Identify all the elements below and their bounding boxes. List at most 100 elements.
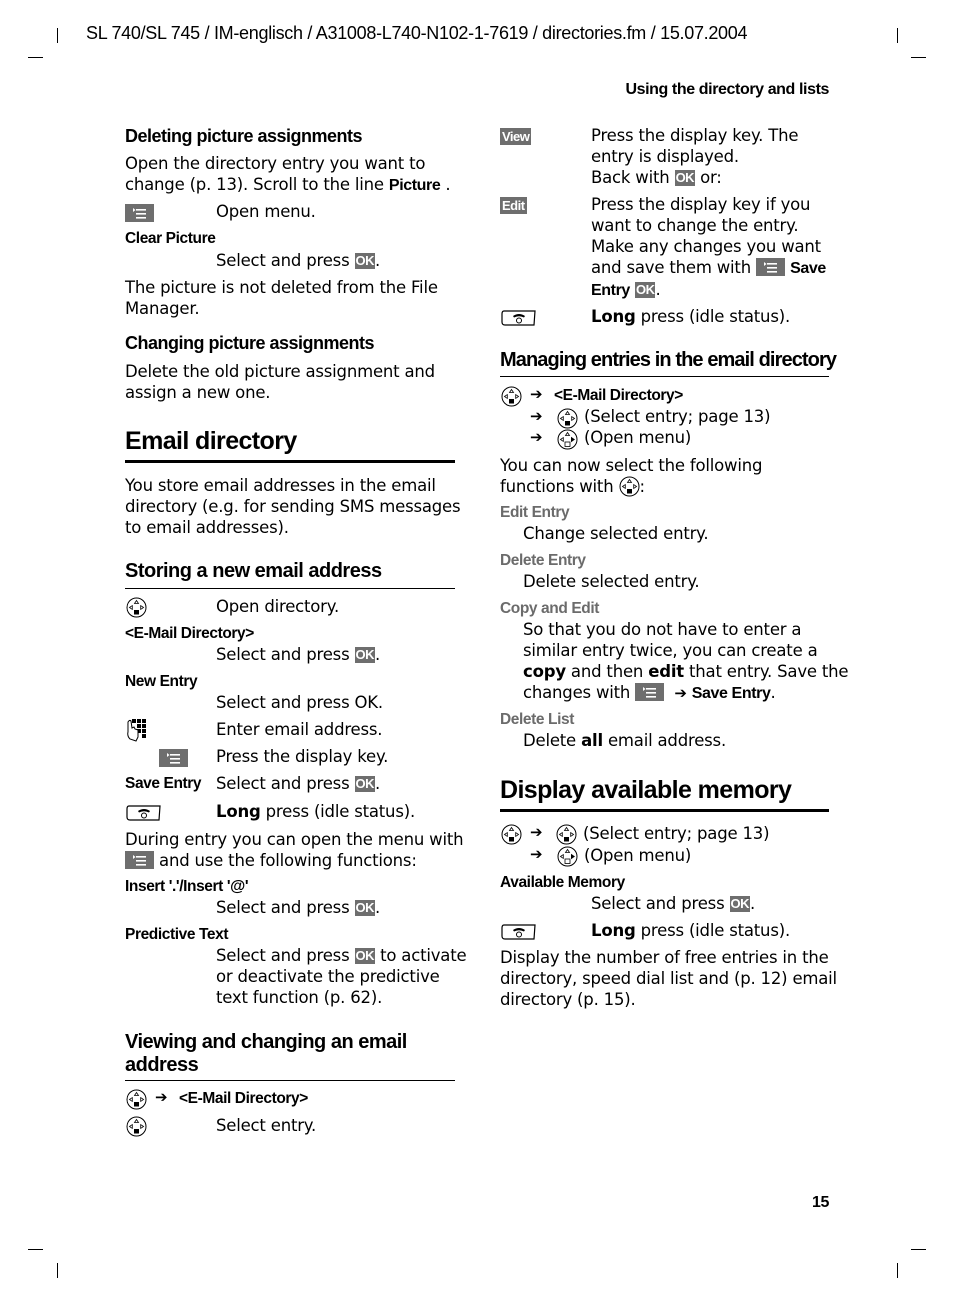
menu-item-email-directory: <E-Mail Directory> (179, 1090, 308, 1107)
end-call-key-icon (501, 923, 537, 941)
heading-rule (125, 460, 455, 463)
item-description: Delete selected entry. (523, 572, 700, 591)
running-head: Using the directory and lists (625, 81, 829, 98)
nav-right-key-icon (557, 429, 578, 450)
arrow-icon: ➔ (530, 845, 543, 863)
nav-key-icon (556, 824, 577, 845)
menu-key-icon (159, 749, 189, 767)
paragraph: Open the directory entry you want to cha… (125, 154, 451, 194)
edit-softkey-icon: Edit (500, 197, 527, 214)
heading-rule (125, 588, 455, 589)
menu-item-available-memory: Available Memory (500, 874, 625, 891)
keypad-icon (126, 718, 150, 742)
menu-key-icon (635, 683, 665, 701)
nav-right-key-icon (557, 846, 578, 867)
menu-item-save-entry: Save Entry (125, 775, 202, 792)
menu-item-delete-entry: Delete Entry (500, 552, 586, 569)
paragraph: During entry you can open the menu with … (125, 830, 464, 870)
step-text: Select and press OK. (591, 894, 756, 913)
menu-item-email-directory: <E-Mail Directory> (554, 387, 683, 404)
left-column: Deleting picture assignments Open the di… (0, 0, 954, 19)
ok-key-icon: OK (354, 776, 376, 792)
arrow-icon: ➔ (530, 428, 543, 446)
arrow-icon: ➔ (530, 823, 543, 841)
end-call-key-icon (501, 309, 537, 327)
paragraph: Display the number of free entries in th… (500, 948, 837, 1009)
menu-key-icon (125, 851, 154, 869)
nav-key-icon (619, 476, 640, 497)
section-heading-managing: Managing entries in the email directory (500, 349, 837, 371)
crop-mark (897, 1263, 898, 1278)
paragraph: Delete the old picture assignment and as… (125, 362, 435, 402)
ok-key-icon: OK (354, 948, 376, 964)
crop-mark (57, 28, 58, 43)
step-text: Long press (idle status). (591, 921, 790, 940)
menu-term-picture: Picture (388, 177, 441, 194)
view-softkey-icon: View (500, 128, 532, 145)
step-text: Long press (idle status). (216, 802, 415, 821)
step-text: Select and press OK. (216, 774, 381, 793)
page-number: 15 (812, 1194, 829, 1211)
nav-key-icon (126, 597, 147, 618)
nav-key-icon (126, 1116, 147, 1137)
crop-mark (28, 1249, 43, 1250)
section-heading-viewing: Viewing and changing an email address (125, 1031, 407, 1076)
step-text: Press the display key. The entry is disp… (591, 126, 799, 187)
paragraph: The picture is not deleted from the File… (125, 278, 438, 318)
step-text: (Select entry; page 13) (584, 407, 771, 426)
arrow-icon: ➔ (155, 1088, 168, 1106)
step-text: (Open menu) (584, 846, 692, 865)
crop-mark (57, 1263, 58, 1278)
step-text: Enter email address. (216, 720, 383, 739)
document-info-header: SL 740/SL 745 / IM-englisch / A31008-L74… (86, 23, 748, 43)
menu-item-clear-picture: Clear Picture (125, 230, 216, 247)
step-text: Select and press OK. (216, 645, 381, 664)
item-description: Change selected entry. (523, 524, 709, 543)
step-text: Select and press OK. (216, 898, 381, 917)
section-heading-storing: Storing a new email address (125, 560, 382, 582)
menu-item-new-entry: New Entry (125, 673, 198, 690)
step-text: Long press (idle status). (591, 307, 790, 326)
arrow-icon: ➔ (674, 684, 687, 702)
menu-item-predictive-text: Predictive Text (125, 926, 229, 943)
nav-key-icon (557, 408, 578, 429)
step-text: Press the display key. (216, 747, 389, 766)
section-heading-deleting-picture: Deleting picture assignments (125, 126, 363, 146)
crop-mark (28, 57, 43, 58)
arrow-icon: ➔ (530, 407, 543, 425)
ok-key-icon: OK (674, 170, 696, 186)
end-call-key-icon (126, 804, 162, 822)
ok-key-icon: OK (354, 900, 376, 916)
step-text: (Open menu) (584, 428, 692, 447)
menu-item-copy-and-edit: Copy and Edit (500, 600, 599, 617)
section-heading-changing-picture: Changing picture assignments (125, 333, 375, 353)
crop-mark (911, 1249, 926, 1250)
item-description: Delete all email address. (523, 731, 726, 750)
menu-key-icon (756, 258, 786, 276)
menu-key-icon (125, 204, 154, 222)
heading-rule (125, 1080, 455, 1081)
ok-key-icon: OK (729, 896, 751, 912)
ok-key-icon: OK (634, 282, 656, 298)
arrow-icon: ➔ (530, 385, 543, 403)
item-description: So that you do not have to enter a simil… (523, 620, 849, 702)
nav-key-icon (501, 386, 522, 407)
step-text: Select and press OK to activate or deact… (216, 946, 467, 1007)
paragraph: You can now select the following functio… (500, 456, 763, 497)
step-text: Select entry. (216, 1116, 317, 1135)
step-text: Select and press OK. (216, 693, 383, 712)
nav-key-icon (501, 824, 522, 845)
crop-mark (911, 57, 926, 58)
paragraph: You store email addresses in the email d… (125, 476, 461, 537)
step-text: Select and press OK. (216, 251, 381, 270)
heading-rule (500, 809, 829, 812)
heading-rule (500, 376, 829, 377)
menu-item-delete-list: Delete List (500, 711, 574, 728)
nav-key-icon (126, 1089, 147, 1110)
step-text: Open directory. (216, 597, 340, 616)
menu-item-insert: Insert '.'/Insert '@' (125, 878, 249, 895)
crop-mark (897, 28, 898, 43)
step-text: Press the display key if you want to cha… (591, 195, 826, 299)
ok-key-icon: OK (354, 253, 376, 269)
chapter-heading-display-memory: Display available memory (500, 776, 792, 804)
